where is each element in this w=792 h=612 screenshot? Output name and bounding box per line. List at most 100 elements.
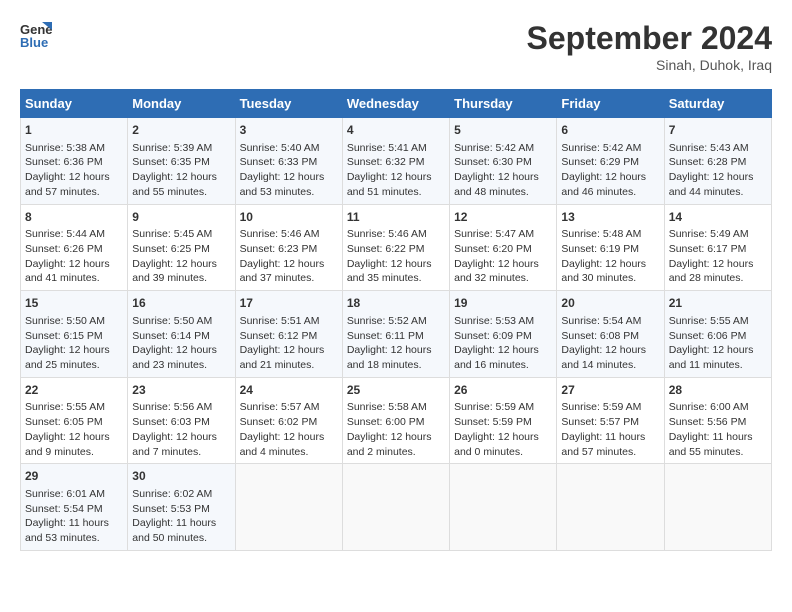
calendar-cell: 9Sunrise: 5:45 AM Sunset: 6:25 PM Daylig…: [128, 204, 235, 291]
day-content: Sunrise: 5:58 AM Sunset: 6:00 PM Dayligh…: [347, 400, 445, 459]
day-content: Sunrise: 5:39 AM Sunset: 6:35 PM Dayligh…: [132, 141, 230, 200]
calendar-cell: 10Sunrise: 5:46 AM Sunset: 6:23 PM Dayli…: [235, 204, 342, 291]
day-content: Sunrise: 5:56 AM Sunset: 6:03 PM Dayligh…: [132, 400, 230, 459]
day-number: 8: [25, 209, 123, 226]
calendar-row: 8Sunrise: 5:44 AM Sunset: 6:26 PM Daylig…: [21, 204, 772, 291]
day-content: Sunrise: 6:00 AM Sunset: 5:56 PM Dayligh…: [669, 400, 767, 459]
weekday-header: Monday: [128, 90, 235, 118]
day-content: Sunrise: 5:54 AM Sunset: 6:08 PM Dayligh…: [561, 314, 659, 373]
calendar-cell: 15Sunrise: 5:50 AM Sunset: 6:15 PM Dayli…: [21, 291, 128, 378]
day-content: Sunrise: 5:46 AM Sunset: 6:22 PM Dayligh…: [347, 227, 445, 286]
calendar-cell: 19 Sunrise: 5:53 AM Sunset: 6:09 PM Dayli…: [450, 291, 557, 378]
calendar-row: 22Sunrise: 5:55 AM Sunset: 6:05 PM Dayli…: [21, 377, 772, 464]
weekday-header: Thursday: [450, 90, 557, 118]
calendar-row: 15Sunrise: 5:50 AM Sunset: 6:15 PM Dayli…: [21, 291, 772, 378]
day-content: Sunrise: 5:57 AM Sunset: 6:02 PM Dayligh…: [240, 400, 338, 459]
day-content: Sunrise: 5:50 AM Sunset: 6:14 PM Dayligh…: [132, 314, 230, 373]
day-number: 9: [132, 209, 230, 226]
calendar-cell: [235, 464, 342, 551]
calendar-cell: [664, 464, 771, 551]
calendar-cell: 25Sunrise: 5:58 AM Sunset: 6:00 PM Dayli…: [342, 377, 449, 464]
calendar-cell: 20 Sunrise: 5:54 AM Sunset: 6:08 PM Dayli…: [557, 291, 664, 378]
day-content: Sunrise: 5:49 AM Sunset: 6:17 PM Dayligh…: [669, 227, 767, 286]
calendar-cell: 11Sunrise: 5:46 AM Sunset: 6:22 PM Dayli…: [342, 204, 449, 291]
day-content: Sunrise: 5:46 AM Sunset: 6:23 PM Dayligh…: [240, 227, 338, 286]
svg-text:Blue: Blue: [20, 35, 48, 48]
weekday-header: Sunday: [21, 90, 128, 118]
day-content: Sunrise: 5:53 AM Sunset: 6:09 PM Dayligh…: [454, 314, 552, 373]
day-content: Sunrise: 5:41 AM Sunset: 6:32 PM Dayligh…: [347, 141, 445, 200]
day-number: 24: [240, 382, 338, 399]
day-number: 7: [669, 122, 767, 139]
day-number: 3: [240, 122, 338, 139]
calendar-cell: 1Sunrise: 5:38 AM Sunset: 6:36 PM Daylig…: [21, 118, 128, 205]
day-content: Sunrise: 5:42 AM Sunset: 6:30 PM Dayligh…: [454, 141, 552, 200]
day-number: 5: [454, 122, 552, 139]
calendar-cell: [450, 464, 557, 551]
calendar-row: 1Sunrise: 5:38 AM Sunset: 6:36 PM Daylig…: [21, 118, 772, 205]
day-number: 10: [240, 209, 338, 226]
day-number: 17: [240, 295, 338, 312]
calendar-cell: 26Sunrise: 5:59 AM Sunset: 5:59 PM Dayli…: [450, 377, 557, 464]
day-number: 27: [561, 382, 659, 399]
day-number: 2: [132, 122, 230, 139]
day-content: Sunrise: 6:01 AM Sunset: 5:54 PM Dayligh…: [25, 487, 123, 546]
day-content: Sunrise: 5:40 AM Sunset: 6:33 PM Dayligh…: [240, 141, 338, 200]
day-content: Sunrise: 5:47 AM Sunset: 6:20 PM Dayligh…: [454, 227, 552, 286]
calendar-cell: 21 Sunrise: 5:55 AM Sunset: 6:06 PM Dayli…: [664, 291, 771, 378]
logo: General Blue: [20, 20, 56, 48]
calendar-cell: 22Sunrise: 5:55 AM Sunset: 6:05 PM Dayli…: [21, 377, 128, 464]
day-number: 22: [25, 382, 123, 399]
day-number: 29: [25, 468, 123, 485]
day-number: 21: [669, 295, 767, 312]
calendar-table: SundayMondayTuesdayWednesdayThursdayFrid…: [20, 89, 772, 551]
calendar-cell: 13Sunrise: 5:48 AM Sunset: 6:19 PM Dayli…: [557, 204, 664, 291]
day-number: 16: [132, 295, 230, 312]
calendar-cell: 4 Sunrise: 5:41 AM Sunset: 6:32 PM Daylig…: [342, 118, 449, 205]
logo-icon: General Blue: [20, 20, 52, 48]
weekday-header: Tuesday: [235, 90, 342, 118]
calendar-cell: [557, 464, 664, 551]
day-content: Sunrise: 5:51 AM Sunset: 6:12 PM Dayligh…: [240, 314, 338, 373]
calendar-cell: 2 Sunrise: 5:39 AM Sunset: 6:35 PM Daylig…: [128, 118, 235, 205]
calendar-cell: 24Sunrise: 5:57 AM Sunset: 6:02 PM Dayli…: [235, 377, 342, 464]
day-number: 14: [669, 209, 767, 226]
day-number: 18: [347, 295, 445, 312]
day-number: 20: [561, 295, 659, 312]
calendar-cell: 28Sunrise: 6:00 AM Sunset: 5:56 PM Dayli…: [664, 377, 771, 464]
calendar-cell: 8Sunrise: 5:44 AM Sunset: 6:26 PM Daylig…: [21, 204, 128, 291]
day-number: 25: [347, 382, 445, 399]
calendar-cell: 14Sunrise: 5:49 AM Sunset: 6:17 PM Dayli…: [664, 204, 771, 291]
month-title: September 2024: [527, 20, 772, 57]
day-content: Sunrise: 5:48 AM Sunset: 6:19 PM Dayligh…: [561, 227, 659, 286]
day-number: 30: [132, 468, 230, 485]
calendar-cell: 23Sunrise: 5:56 AM Sunset: 6:03 PM Dayli…: [128, 377, 235, 464]
day-number: 28: [669, 382, 767, 399]
calendar-cell: 16 Sunrise: 5:50 AM Sunset: 6:14 PM Dayli…: [128, 291, 235, 378]
calendar-cell: 27Sunrise: 5:59 AM Sunset: 5:57 PM Dayli…: [557, 377, 664, 464]
calendar-cell: 12Sunrise: 5:47 AM Sunset: 6:20 PM Dayli…: [450, 204, 557, 291]
calendar-cell: 7 Sunrise: 5:43 AM Sunset: 6:28 PM Daylig…: [664, 118, 771, 205]
day-number: 26: [454, 382, 552, 399]
location: Sinah, Duhok, Iraq: [527, 57, 772, 73]
day-content: Sunrise: 5:55 AM Sunset: 6:05 PM Dayligh…: [25, 400, 123, 459]
day-content: Sunrise: 6:02 AM Sunset: 5:53 PM Dayligh…: [132, 487, 230, 546]
calendar-cell: 6Sunrise: 5:42 AM Sunset: 6:29 PM Daylig…: [557, 118, 664, 205]
weekday-header: Friday: [557, 90, 664, 118]
calendar-cell: 29 Sunrise: 6:01 AM Sunset: 5:54 PM Dayli…: [21, 464, 128, 551]
calendar-cell: 17 Sunrise: 5:51 AM Sunset: 6:12 PM Dayli…: [235, 291, 342, 378]
day-content: Sunrise: 5:52 AM Sunset: 6:11 PM Dayligh…: [347, 314, 445, 373]
day-number: 23: [132, 382, 230, 399]
day-number: 12: [454, 209, 552, 226]
day-content: Sunrise: 5:50 AM Sunset: 6:15 PM Dayligh…: [25, 314, 123, 373]
calendar-cell: 30 Sunrise: 6:02 AM Sunset: 5:53 PM Dayli…: [128, 464, 235, 551]
day-content: Sunrise: 5:45 AM Sunset: 6:25 PM Dayligh…: [132, 227, 230, 286]
calendar-cell: 5 Sunrise: 5:42 AM Sunset: 6:30 PM Daylig…: [450, 118, 557, 205]
day-content: Sunrise: 5:55 AM Sunset: 6:06 PM Dayligh…: [669, 314, 767, 373]
day-content: Sunrise: 5:43 AM Sunset: 6:28 PM Dayligh…: [669, 141, 767, 200]
day-number: 4: [347, 122, 445, 139]
day-number: 19: [454, 295, 552, 312]
day-content: Sunrise: 5:38 AM Sunset: 6:36 PM Dayligh…: [25, 141, 123, 200]
calendar-cell: 18 Sunrise: 5:52 AM Sunset: 6:11 PM Dayli…: [342, 291, 449, 378]
title-block: September 2024 Sinah, Duhok, Iraq: [527, 20, 772, 73]
